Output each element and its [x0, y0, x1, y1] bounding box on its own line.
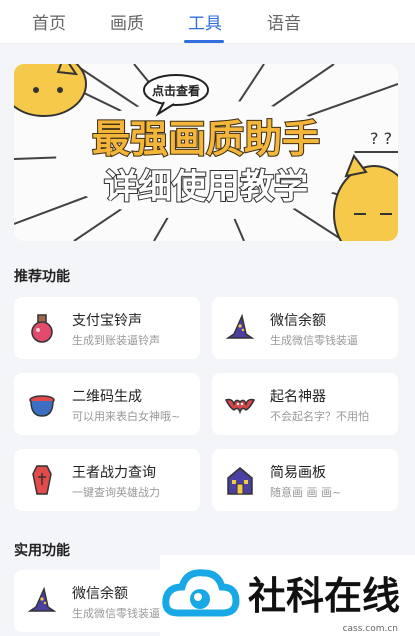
bat-icon [224, 398, 256, 415]
card-subtitle: 可以用来表白女神哦~ [72, 410, 181, 423]
card-alipay-ringtone[interactable]: 支付宝铃声 生成到账装逼铃声 [14, 297, 200, 359]
card-title: 王者战力查询 [72, 465, 156, 481]
card-honor-power-query[interactable]: 王者战力查询 一键查询英雄战力 [14, 449, 200, 511]
card-title: 支付宝铃声 [72, 313, 142, 329]
potion-icon [31, 314, 53, 343]
tab-home[interactable]: 首页 [32, 9, 66, 34]
banner-title: 最强画质助手 [92, 117, 320, 161]
card-qrcode-generator[interactable]: 二维码生成 可以用来表白女神哦~ [14, 373, 200, 435]
banner-bubble-text: 点击查看 [152, 83, 200, 98]
section-title-recommended: 推荐功能 [14, 269, 70, 285]
svg-text:? ?: ? ? [370, 129, 392, 148]
card-subtitle: 不会起名字？不用怕 [270, 410, 369, 423]
top-tab-bar: 首页 画质 工具 语音 [0, 0, 415, 44]
card-title: 二维码生成 [72, 389, 142, 405]
card-title: 微信余额 [72, 586, 128, 602]
watermark-brand: 社科在线 [248, 574, 400, 618]
section-title-practical: 实用功能 [14, 543, 70, 559]
card-title: 简易画板 [270, 465, 326, 481]
tab-tools[interactable]: 工具 [188, 9, 222, 34]
card-subtitle: 随意画 画 画~ [270, 486, 342, 499]
card-subtitle: 生成微信零钱装逼 [72, 607, 160, 620]
tab-voice[interactable]: 语音 [267, 9, 301, 34]
tutorial-banner[interactable]: ? ? 点击查看 最强画质助手 详细使用教学 [14, 64, 398, 241]
watermark-art: 社科在线 cass.com.cn [162, 569, 400, 634]
card-subtitle: 生成到账装逼铃声 [72, 334, 160, 347]
haunted-house-icon [227, 467, 253, 495]
card-title: 微信余额 [270, 313, 326, 329]
card-subtitle: 生成微信零钱装逼 [270, 334, 358, 347]
banner-subtitle: 详细使用教学 [104, 167, 308, 207]
card-simple-drawing-board[interactable]: 简易画板 随意画 画 画~ [212, 449, 398, 511]
card-wechat-balance[interactable]: 微信余额 生成微信零钱装逼 [212, 297, 398, 359]
watermark-url: cass.com.cn [343, 624, 398, 634]
card-title: 起名神器 [270, 389, 326, 405]
active-tab-indicator [184, 40, 224, 43]
coffin-icon [32, 465, 52, 495]
banner-art: ? ? 点击查看 最强画质助手 详细使用教学 [14, 64, 398, 241]
card-subtitle: 一键查询英雄战力 [72, 486, 160, 499]
card-name-generator[interactable]: 起名神器 不会起名字？不用怕 [212, 373, 398, 435]
cauldron-icon [29, 395, 55, 417]
wizard-hat-icon [225, 313, 255, 339]
tab-quality[interactable]: 画质 [110, 9, 144, 34]
wizard-hat-icon [27, 586, 57, 612]
watermark-logo: 社科在线 cass.com.cn [160, 555, 415, 636]
